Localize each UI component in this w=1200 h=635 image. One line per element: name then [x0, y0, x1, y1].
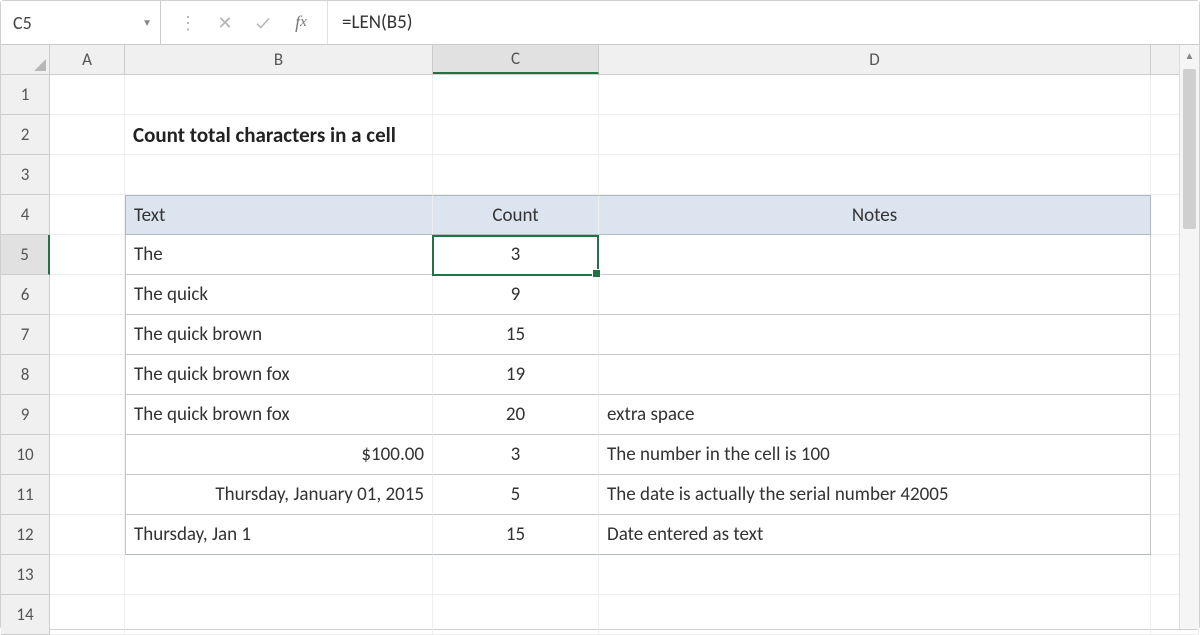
- cell[interactable]: [50, 355, 125, 395]
- dropdown-arrow-icon[interactable]: ▼: [142, 16, 152, 29]
- cell[interactable]: [50, 555, 125, 595]
- table-cell-text[interactable]: The quick brown: [125, 315, 433, 355]
- row-header-7[interactable]: 7: [1, 315, 49, 355]
- formula-bar: C5 ▼ ⋮ ✕ fx =LEN(B5): [1, 1, 1199, 45]
- cell[interactable]: [433, 115, 599, 155]
- table-cell-text[interactable]: The quick: [125, 275, 433, 315]
- cell[interactable]: [50, 275, 125, 315]
- scroll-up-icon[interactable]: ▲: [1180, 45, 1199, 65]
- scroll-thumb[interactable]: [1183, 69, 1196, 229]
- table-cell-count[interactable]: 15: [433, 515, 599, 555]
- cell[interactable]: [125, 555, 433, 595]
- table-header-count[interactable]: Count: [433, 195, 599, 235]
- cell[interactable]: [50, 395, 125, 435]
- cell[interactable]: [50, 115, 125, 155]
- cell[interactable]: [50, 155, 125, 195]
- table-cell-count[interactable]: 3: [433, 235, 599, 275]
- worksheet-grid: 1 2 3 4 5 6 7 8 9 10 11 12 13 14 Count t…: [1, 75, 1199, 635]
- cell[interactable]: [50, 595, 125, 635]
- table-cell-notes[interactable]: The date is actually the serial number 4…: [599, 475, 1151, 515]
- table-cell-notes[interactable]: [599, 315, 1151, 355]
- table-cell-notes[interactable]: extra space: [599, 395, 1151, 435]
- table-cell-count[interactable]: 3: [433, 435, 599, 475]
- cells-area[interactable]: Count total characters in a cell Text Co…: [50, 75, 1199, 635]
- formula-bar-buttons: ⋮ ✕ fx: [161, 1, 328, 44]
- col-header-C[interactable]: C: [433, 45, 599, 74]
- row-header-10[interactable]: 10: [1, 435, 49, 475]
- cell[interactable]: [50, 515, 125, 555]
- table-cell-notes[interactable]: [599, 355, 1151, 395]
- fx-icon[interactable]: fx: [291, 13, 311, 33]
- col-header-B[interactable]: B: [125, 45, 433, 74]
- table-cell-count[interactable]: 20: [433, 395, 599, 435]
- table-cell-notes[interactable]: Date entered as text: [599, 515, 1151, 555]
- row-header-5[interactable]: 5: [1, 235, 50, 275]
- row-header-3[interactable]: 3: [1, 155, 49, 195]
- select-all-cell[interactable]: [1, 45, 50, 74]
- col-header-A[interactable]: A: [50, 45, 125, 74]
- title-cell[interactable]: Count total characters in a cell: [125, 115, 433, 155]
- row-header-4[interactable]: 4: [1, 195, 49, 235]
- cell[interactable]: [433, 155, 599, 195]
- col-header-D[interactable]: D: [599, 45, 1151, 74]
- row-header-12[interactable]: 12: [1, 515, 49, 555]
- table-cell-count[interactable]: 9: [433, 275, 599, 315]
- cell[interactable]: [125, 595, 433, 635]
- table-cell-text[interactable]: The: [125, 235, 433, 275]
- cell[interactable]: [599, 115, 1151, 155]
- name-box[interactable]: C5 ▼: [1, 1, 161, 44]
- row-header-9[interactable]: 9: [1, 395, 49, 435]
- cell[interactable]: [50, 195, 125, 235]
- more-icon[interactable]: ⋮: [177, 13, 197, 33]
- row-header-1[interactable]: 1: [1, 75, 49, 115]
- cell[interactable]: [599, 595, 1151, 635]
- cell[interactable]: [125, 75, 433, 115]
- table-cell-notes[interactable]: The number in the cell is 100: [599, 435, 1151, 475]
- name-box-value: C5: [13, 12, 138, 34]
- table-cell-text[interactable]: Thursday, January 01, 2015: [125, 475, 433, 515]
- table-cell-text[interactable]: Thursday, Jan 1: [125, 515, 433, 555]
- cell[interactable]: [50, 75, 125, 115]
- cell[interactable]: [125, 155, 433, 195]
- table-cell-count[interactable]: 5: [433, 475, 599, 515]
- cell[interactable]: [433, 75, 599, 115]
- cell[interactable]: [50, 475, 125, 515]
- row-headers: 1 2 3 4 5 6 7 8 9 10 11 12 13 14: [1, 75, 50, 635]
- row-header-2[interactable]: 2: [1, 115, 49, 155]
- cell[interactable]: [433, 595, 599, 635]
- cell[interactable]: [50, 435, 125, 475]
- row-header-11[interactable]: 11: [1, 475, 49, 515]
- cell[interactable]: [433, 555, 599, 595]
- table-cell-text[interactable]: $100.00: [125, 435, 433, 475]
- row-header-8[interactable]: 8: [1, 355, 49, 395]
- cancel-icon[interactable]: ✕: [215, 13, 235, 33]
- formula-input[interactable]: =LEN(B5): [328, 1, 1199, 44]
- row-header-6[interactable]: 6: [1, 275, 49, 315]
- table-header-notes[interactable]: Notes: [599, 195, 1151, 235]
- cell[interactable]: [599, 75, 1151, 115]
- enter-icon[interactable]: [253, 13, 273, 33]
- row-header-14[interactable]: 14: [1, 595, 49, 635]
- column-headers: A B C D: [1, 45, 1199, 75]
- table-cell-count[interactable]: 15: [433, 315, 599, 355]
- table-cell-text[interactable]: The quick brown fox: [125, 395, 433, 435]
- table-cell-text[interactable]: The quick brown fox: [125, 355, 433, 395]
- row-header-13[interactable]: 13: [1, 555, 49, 595]
- cell[interactable]: [50, 315, 125, 355]
- cell[interactable]: [599, 555, 1151, 595]
- table-header-text[interactable]: Text: [125, 195, 433, 235]
- cell[interactable]: [599, 155, 1151, 195]
- cell[interactable]: [50, 235, 125, 275]
- vertical-scrollbar[interactable]: ▲: [1179, 45, 1199, 629]
- formula-text: =LEN(B5): [342, 11, 412, 34]
- table-cell-notes[interactable]: [599, 235, 1151, 275]
- table-cell-count[interactable]: 19: [433, 355, 599, 395]
- table-cell-notes[interactable]: [599, 275, 1151, 315]
